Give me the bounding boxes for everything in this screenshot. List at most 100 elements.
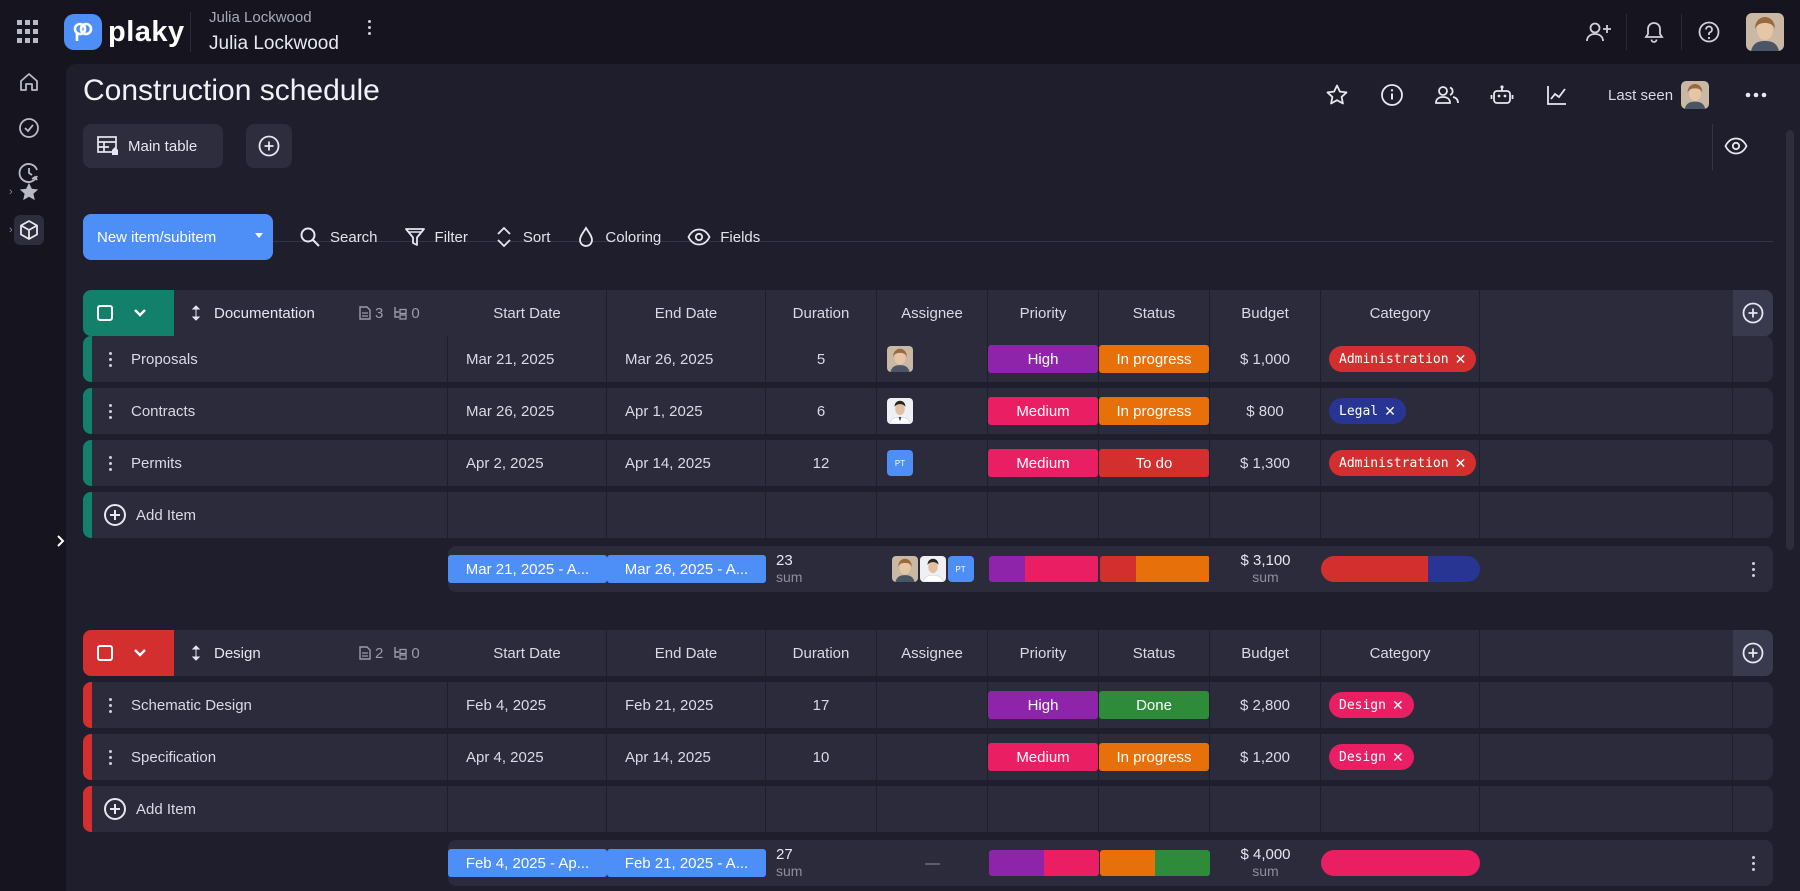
my-tasks-icon[interactable]: [14, 113, 44, 143]
duration-cell[interactable]: 17: [766, 682, 877, 728]
help-icon[interactable]: [1682, 12, 1736, 52]
assignee-cell[interactable]: PT: [877, 440, 988, 486]
add-item-row[interactable]: Add Item: [83, 786, 1773, 832]
collapse-chevron-icon[interactable]: [133, 308, 147, 318]
group-checkbox[interactable]: [97, 305, 113, 321]
column-header[interactable]: Budget: [1210, 630, 1321, 676]
end-date-cell[interactable]: Apr 14, 2025: [607, 440, 766, 486]
remove-tag-icon[interactable]: ✕: [1455, 351, 1467, 368]
group-checkbox[interactable]: [97, 645, 113, 661]
column-header[interactable]: Start Date: [448, 290, 607, 336]
category-tag[interactable]: Design ✕: [1329, 692, 1414, 718]
filter-button[interactable]: Filter: [404, 214, 468, 260]
add-column-button[interactable]: [1733, 290, 1773, 336]
end-date-cell[interactable]: Feb 21, 2025: [607, 682, 766, 728]
status-cell[interactable]: In progress: [1099, 734, 1210, 780]
summary-menu-icon[interactable]: [1733, 546, 1773, 592]
category-tag[interactable]: Design ✕: [1329, 744, 1414, 770]
invite-user-icon[interactable]: [1572, 12, 1626, 52]
fields-button[interactable]: Fields: [687, 214, 760, 260]
category-cell[interactable]: Administration ✕: [1321, 440, 1480, 486]
tab-main-table[interactable]: Main table: [83, 124, 223, 168]
item-name[interactable]: Contracts: [113, 388, 448, 434]
item-name[interactable]: Proposals: [113, 336, 448, 382]
budget-cell[interactable]: $ 2,800: [1210, 682, 1321, 728]
status-cell[interactable]: To do: [1099, 440, 1210, 486]
group-color-block[interactable]: [83, 630, 174, 676]
column-header[interactable]: End Date: [607, 290, 766, 336]
workspace-name[interactable]: Julia Lockwood: [209, 33, 339, 55]
column-header[interactable]: Budget: [1210, 290, 1321, 336]
column-header[interactable]: End Date: [607, 630, 766, 676]
budget-cell[interactable]: $ 1,300: [1210, 440, 1321, 486]
drag-handle-icon[interactable]: [192, 305, 200, 321]
favorites-star-icon[interactable]: [14, 177, 44, 207]
end-date-cell[interactable]: Apr 1, 2025: [607, 388, 766, 434]
collapse-chevron-icon[interactable]: [133, 648, 147, 658]
category-cell[interactable]: Legal ✕: [1321, 388, 1480, 434]
end-date-cell[interactable]: Mar 26, 2025: [607, 336, 766, 382]
item-name[interactable]: Specification: [113, 734, 448, 780]
chevron-down-icon[interactable]: [255, 233, 263, 238]
bell-icon[interactable]: [1627, 12, 1681, 52]
column-header[interactable]: Status: [1099, 290, 1210, 336]
automation-robot-icon[interactable]: [1474, 75, 1529, 115]
column-header[interactable]: Duration: [766, 630, 877, 676]
assignee-cell[interactable]: [877, 734, 988, 780]
column-header[interactable]: Assignee: [877, 290, 988, 336]
column-header[interactable]: Priority: [988, 630, 1099, 676]
logo[interactable]: plaky: [64, 14, 185, 50]
table-row[interactable]: Schematic Design Feb 4, 2025 Feb 21, 202…: [83, 682, 1773, 728]
priority-cell[interactable]: High: [988, 336, 1099, 382]
category-cell[interactable]: Administration ✕: [1321, 336, 1480, 382]
caret-right-icon[interactable]: ›: [9, 186, 13, 198]
add-item-row[interactable]: Add Item: [83, 492, 1773, 538]
info-icon[interactable]: [1364, 75, 1419, 115]
star-icon[interactable]: [1309, 75, 1364, 115]
dashboard-chart-icon[interactable]: [1529, 75, 1584, 115]
home-icon[interactable]: [14, 67, 44, 97]
assignee-cell[interactable]: [877, 388, 988, 434]
category-tag[interactable]: Administration ✕: [1329, 346, 1477, 372]
category-tag[interactable]: Administration ✕: [1329, 450, 1477, 476]
add-view-button[interactable]: [246, 124, 292, 168]
table-row[interactable]: Contracts Mar 26, 2025 Apr 1, 2025 6 Med…: [83, 388, 1773, 434]
more-options-icon[interactable]: [1741, 92, 1771, 98]
sort-button[interactable]: Sort: [494, 214, 550, 260]
start-date-cell[interactable]: Mar 21, 2025: [448, 336, 607, 382]
remove-tag-icon[interactable]: ✕: [1455, 455, 1467, 472]
budget-cell[interactable]: $ 1,000: [1210, 336, 1321, 382]
start-date-cell[interactable]: Mar 26, 2025: [448, 388, 607, 434]
category-cell[interactable]: Design ✕: [1321, 682, 1480, 728]
status-cell[interactable]: In progress: [1099, 336, 1210, 382]
category-cell[interactable]: Design ✕: [1321, 734, 1480, 780]
column-header[interactable]: Duration: [766, 290, 877, 336]
search-button[interactable]: Search: [299, 214, 378, 260]
add-item-button[interactable]: Add Item: [92, 786, 448, 832]
column-header[interactable]: Start Date: [448, 630, 607, 676]
column-header[interactable]: Category: [1321, 630, 1480, 676]
priority-cell[interactable]: Medium: [988, 388, 1099, 434]
column-header[interactable]: Category: [1321, 290, 1480, 336]
duration-cell[interactable]: 12: [766, 440, 877, 486]
column-header[interactable]: Priority: [988, 290, 1099, 336]
workspace-menu-icon[interactable]: [368, 20, 371, 35]
start-date-summary[interactable]: Mar 21, 2025 - A...: [448, 546, 607, 592]
start-date-cell[interactable]: Apr 4, 2025: [448, 734, 607, 780]
start-date-cell[interactable]: Feb 4, 2025: [448, 682, 607, 728]
group-color-block[interactable]: [83, 290, 174, 336]
remove-tag-icon[interactable]: ✕: [1392, 697, 1404, 714]
remove-tag-icon[interactable]: ✕: [1392, 749, 1404, 766]
budget-cell[interactable]: $ 800: [1210, 388, 1321, 434]
budget-cell[interactable]: $ 1,200: [1210, 734, 1321, 780]
view-settings-eye-icon[interactable]: [1714, 126, 1758, 166]
table-row[interactable]: Permits Apr 2, 2025 Apr 14, 2025 12 PT M…: [83, 440, 1773, 486]
table-row[interactable]: Specification Apr 4, 2025 Apr 14, 2025 1…: [83, 734, 1773, 780]
vertical-scrollbar[interactable]: [1786, 130, 1794, 550]
end-date-summary[interactable]: Mar 26, 2025 - A...: [607, 546, 766, 592]
drag-handle-icon[interactable]: [192, 645, 200, 661]
add-item-button[interactable]: Add Item: [92, 492, 448, 538]
members-icon[interactable]: [1419, 75, 1474, 115]
priority-cell[interactable]: Medium: [988, 440, 1099, 486]
add-column-button[interactable]: [1733, 630, 1773, 676]
